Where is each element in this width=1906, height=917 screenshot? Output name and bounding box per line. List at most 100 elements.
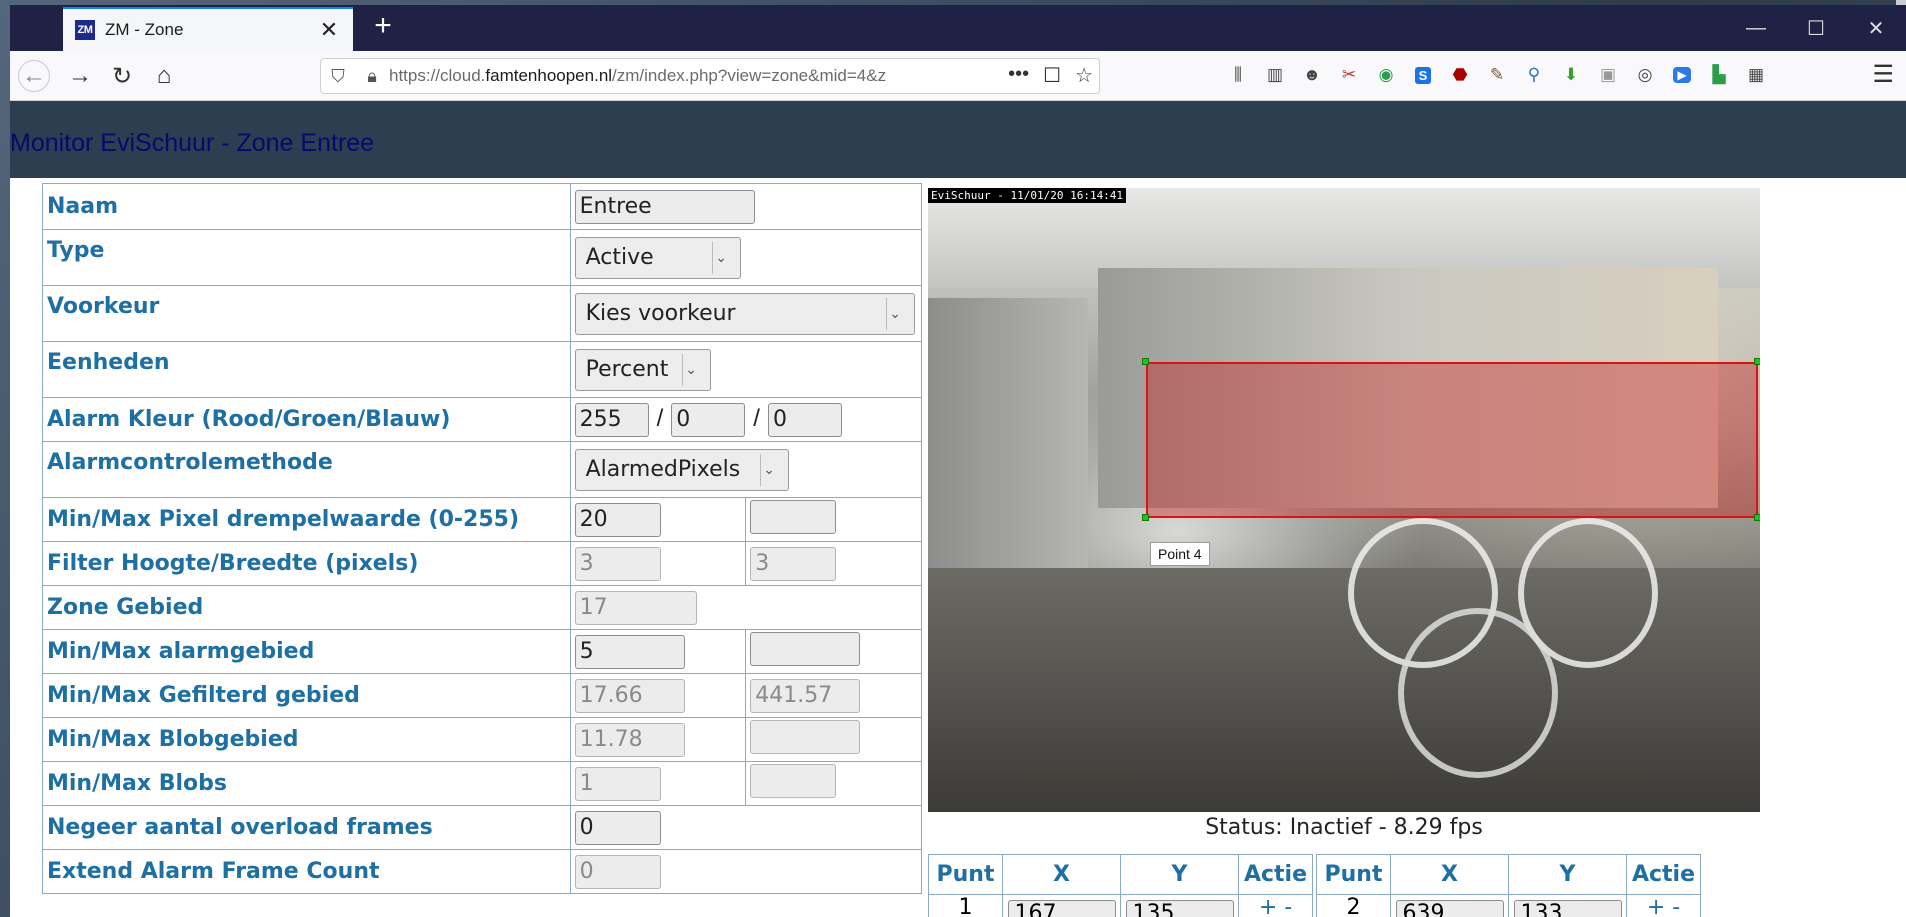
extension-blue-icon[interactable]: ▶	[1669, 61, 1695, 89]
extend-frames-input: 0	[574, 854, 661, 889]
eyedropper-icon[interactable]: ⚲	[1521, 61, 1547, 89]
screenshot-icon[interactable]: ▣	[1595, 61, 1621, 89]
point-actions[interactable]: + -	[1626, 894, 1701, 917]
library-icon[interactable]: ⫼	[1225, 61, 1251, 89]
tab-bar: ZM ZM - Zone ✕ + — ☐ ✕	[10, 5, 1906, 51]
slash-separator: /	[753, 405, 760, 432]
overload-frames-input[interactable]: 0	[574, 810, 661, 845]
setting-row-naam: Naam Entree	[42, 183, 923, 230]
page-title: Monitor EviSchuur - Zone Entree	[10, 129, 375, 157]
maximize-button[interactable]: ☐	[1786, 5, 1846, 51]
blobgebied-max-input	[750, 720, 861, 754]
tab-title: ZM - Zone	[105, 20, 184, 39]
chevron-down-icon: ⌄	[759, 453, 778, 486]
page-actions-icon[interactable]: •••	[1008, 63, 1029, 88]
camera-feed-image[interactable]: EviSchuur - 11/01/20 16:14:41 Point 4	[928, 188, 1760, 812]
gefilterd-min-input: 17.66	[574, 678, 685, 713]
methode-label: Alarmcontrolemethode	[42, 441, 571, 498]
y-header: Y	[1508, 854, 1627, 895]
type-label: Type	[42, 229, 571, 286]
type-select-value: Active	[585, 245, 654, 270]
point-x-input[interactable]: 167	[1007, 900, 1116, 917]
download-icon[interactable]: ⬇	[1558, 61, 1584, 89]
alarm-blue-input[interactable]: 0	[767, 402, 842, 437]
forward-arrow-icon[interactable]: →	[64, 60, 96, 92]
blobgebied-min-input: 11.78	[574, 722, 685, 757]
extension-green-icon[interactable]: ◉	[1373, 61, 1399, 89]
gebied-label: Zone Gebied	[42, 585, 571, 630]
zone-settings-table: Naam Entree Type Active ⌄ Voorkeur Kies v…	[42, 183, 923, 894]
close-tab-icon[interactable]: ✕	[317, 17, 341, 43]
tab-zm-zone[interactable]: ZM ZM - Zone ✕	[63, 7, 353, 51]
page-header: Monitor EviSchuur - Zone Entree	[10, 101, 1906, 178]
alarmgebied-label: Min/Max alarmgebied	[42, 629, 571, 674]
tools-icon[interactable]: ✂	[1336, 61, 1362, 89]
ublock-icon[interactable]: ⬣	[1447, 61, 1473, 89]
menu-icon[interactable]: ☰	[1872, 60, 1894, 89]
alarmgebied-max-input[interactable]	[750, 632, 861, 666]
filter-height-input: 3	[574, 546, 661, 581]
extension-bird-icon[interactable]: ✎	[1484, 61, 1510, 89]
zone-polygon[interactable]	[1146, 362, 1758, 518]
point-x-input[interactable]: 639	[1395, 900, 1504, 917]
alarm-green-input[interactable]: 0	[671, 402, 746, 437]
point-actions[interactable]: + -	[1238, 894, 1313, 917]
filter-width-input: 3	[750, 546, 837, 581]
blobgebied-label: Min/Max Blobgebied	[42, 717, 571, 762]
zone-point-handle[interactable]	[1142, 514, 1149, 521]
eenheden-select[interactable]: Percent ⌄	[574, 348, 711, 391]
extension-grid-icon[interactable]: ▦	[1743, 61, 1769, 89]
alarmkleur-label: Alarm Kleur (Rood/Groen/Blauw)	[42, 397, 571, 442]
extension-s-icon[interactable]: S	[1410, 61, 1436, 89]
sidebar-icon[interactable]: ▥	[1262, 61, 1288, 89]
pixel-min-input[interactable]: 20	[574, 502, 661, 537]
point-number: 1	[928, 894, 1003, 917]
zone-gebied-input: 17	[574, 590, 697, 625]
actie-header: Actie	[1238, 854, 1313, 895]
back-arrow-icon[interactable]: ←	[18, 60, 50, 92]
setting-row-overload: Negeer aantal overload frames 0	[42, 805, 923, 850]
eenheden-label: Eenheden	[42, 341, 571, 398]
blobs-max-input	[750, 764, 837, 798]
zone-point-handle[interactable]	[1142, 358, 1149, 365]
setting-row-extend: Extend Alarm Frame Count 0	[42, 849, 923, 894]
alarmgebied-min-input[interactable]: 5	[574, 634, 685, 669]
methode-select[interactable]: AlarmedPixels ⌄	[574, 448, 789, 491]
type-select[interactable]: Active ⌄	[574, 236, 741, 279]
browser-window: ZM ZM - Zone ✕ + — ☐ ✕ ← → ↻ ⌂ ⛉ 🔒︎ http…	[10, 5, 1906, 917]
pixel-max-input[interactable]	[750, 500, 837, 534]
pocket-icon[interactable]: ☐	[1043, 63, 1061, 88]
zone-point-handle[interactable]	[1754, 358, 1760, 365]
point-y-input[interactable]: 135	[1125, 900, 1234, 917]
camera-timestamp: EviSchuur - 11/01/20 16:14:41	[928, 188, 1127, 203]
bicycle-wheel	[1398, 608, 1558, 778]
url-text[interactable]: https://cloud.famtenhoopen.nl/zm/index.p…	[389, 66, 989, 86]
point-tooltip: Point 4	[1150, 542, 1210, 566]
account-icon[interactable]: ☻	[1299, 61, 1325, 89]
voorkeur-select[interactable]: Kies voorkeur ⌄	[574, 292, 915, 335]
alarm-red-input[interactable]: 255	[574, 402, 649, 437]
home-icon[interactable]: ⌂	[148, 60, 180, 92]
lock-icon[interactable]: 🔒︎	[355, 66, 389, 87]
reload-icon[interactable]: ↻	[106, 60, 138, 92]
setting-row-blobs: Min/Max Blobs 1	[42, 761, 922, 806]
shield-icon[interactable]: ⛉	[321, 66, 355, 87]
overload-label: Negeer aantal overload frames	[42, 805, 571, 850]
point-y-input[interactable]: 133	[1513, 900, 1622, 917]
minimize-button[interactable]: —	[1726, 5, 1786, 51]
x-header: X	[1002, 854, 1121, 895]
naam-input[interactable]: Entree	[574, 189, 755, 224]
url-bar[interactable]: ⛉ 🔒︎ https://cloud.famtenhoopen.nl/zm/in…	[320, 58, 1100, 94]
extension-circle-icon[interactable]: ◎	[1632, 61, 1658, 89]
new-tab-button[interactable]: +	[366, 11, 400, 45]
bookmark-star-icon[interactable]: ☆	[1075, 63, 1093, 88]
setting-row-pixel: Min/Max Pixel drempelwaarde (0-255) 20	[42, 497, 922, 542]
table-row: 2 639 133 + -	[1316, 894, 1701, 917]
close-window-button[interactable]: ✕	[1846, 5, 1906, 51]
naam-label: Naam	[42, 183, 571, 230]
blobs-label: Min/Max Blobs	[42, 761, 571, 806]
extension-green-square-icon[interactable]: ▙	[1706, 61, 1732, 89]
voorkeur-select-value: Kies voorkeur	[585, 301, 736, 326]
points-table-2: Punt X Y Actie 2 639 133 + -	[1316, 854, 1701, 917]
zone-point-handle[interactable]	[1754, 514, 1760, 521]
